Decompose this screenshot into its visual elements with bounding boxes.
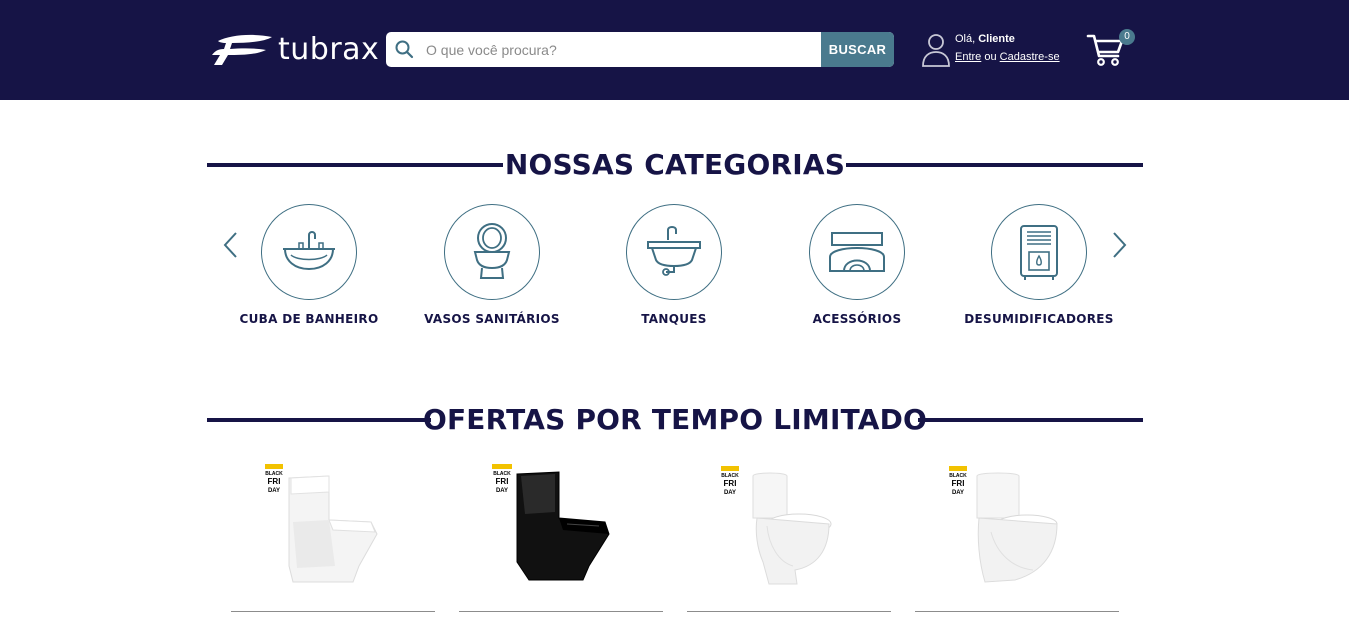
black-friday-badge: BLACK FRI DAY [721, 466, 739, 496]
heading-divider-right [918, 418, 1143, 422]
account-area: Olá, Cliente Entre ou Cadastre-se [921, 30, 1060, 68]
product-card[interactable]: BLACK FRI DAY [687, 462, 891, 612]
heading-divider-right [846, 163, 1143, 167]
category-cuba-de-banheiro[interactable]: CUBA DE BANHEIRO [219, 204, 399, 326]
badge-line-2: FRI [268, 477, 281, 486]
badge-line-3: DAY [952, 490, 964, 496]
category-circle [626, 204, 722, 300]
black-friday-badge: BLACK FRI DAY [949, 466, 967, 496]
logo[interactable]: tubrax [212, 32, 379, 68]
search-bar: BUSCAR [386, 32, 894, 67]
badge-line-2: FRI [724, 479, 737, 488]
categories-heading: NOSSAS CATEGORIAS [207, 147, 1143, 183]
cart-button[interactable]: 0 [1086, 29, 1136, 70]
category-acessorios[interactable]: ACESSÓRIOS [767, 204, 947, 326]
login-link[interactable]: Entre [955, 51, 981, 63]
badge-line-3: DAY [724, 490, 736, 496]
product-divider [231, 611, 435, 612]
product-image: BLACK FRI DAY [492, 464, 610, 581]
product-image: BLACK FRI DAY [949, 466, 1058, 583]
site-header: tubrax BUSCAR Olá, Cliente Entre ou Cada… [0, 0, 1349, 100]
black-friday-badge: BLACK FRI DAY [492, 464, 512, 494]
search-icon [395, 40, 414, 59]
product-divider [915, 611, 1119, 612]
product-image: BLACK FRI DAY [265, 464, 378, 583]
sink-icon [283, 231, 335, 271]
badge-line-3: DAY [496, 488, 508, 494]
search-input[interactable] [426, 32, 816, 67]
logo-icon [212, 34, 272, 65]
badge-line-2: FRI [496, 477, 509, 486]
product-divider [687, 611, 891, 612]
dehumidifier-icon [1020, 225, 1058, 280]
account-text: Olá, Cliente Entre ou Cadastre-se [955, 30, 1060, 66]
black-friday-badge: BLACK FRI DAY [265, 464, 283, 494]
product-card[interactable]: BLACK FRI DAY [231, 462, 435, 612]
toilet-icon [473, 223, 511, 279]
category-label: TANQUES [641, 312, 707, 326]
greeting-prefix: Olá, [955, 33, 979, 45]
laundry-tank-icon [647, 226, 701, 276]
category-circle [261, 204, 357, 300]
category-vasos-sanitarios[interactable]: VASOS SANITÁRIOS [402, 204, 582, 326]
category-label: CUBA DE BANHEIRO [239, 312, 379, 326]
category-circle [444, 204, 540, 300]
signup-link[interactable]: Cadastre-se [1000, 51, 1060, 63]
cart-count-badge: 0 [1119, 29, 1135, 45]
category-label: DESUMIDIFICADORES [964, 312, 1114, 326]
product-card[interactable]: BLACK FRI DAY [915, 462, 1119, 612]
or-text: ou [981, 51, 1000, 63]
badge-line-3: DAY [268, 488, 280, 494]
category-tanques[interactable]: TANQUES [584, 204, 764, 326]
user-icon[interactable] [921, 32, 951, 68]
category-circle [991, 204, 1087, 300]
logo-text: tubrax [278, 32, 380, 67]
product-card[interactable]: BLACK FRI DAY [459, 462, 663, 612]
badge-line-2: FRI [952, 479, 965, 488]
offers-heading: OFERTAS POR TEMPO LIMITADO [207, 402, 1143, 438]
accessories-icon [829, 232, 885, 272]
product-divider [459, 611, 663, 612]
category-desumidificadores[interactable]: DESUMIDIFICADORES [949, 204, 1129, 326]
category-circle [809, 204, 905, 300]
product-image: BLACK FRI DAY [721, 466, 832, 585]
category-label: ACESSÓRIOS [812, 312, 902, 326]
greeting-name: Cliente [978, 33, 1015, 45]
category-label: VASOS SANITÁRIOS [424, 312, 560, 326]
search-button[interactable]: BUSCAR [821, 32, 894, 67]
